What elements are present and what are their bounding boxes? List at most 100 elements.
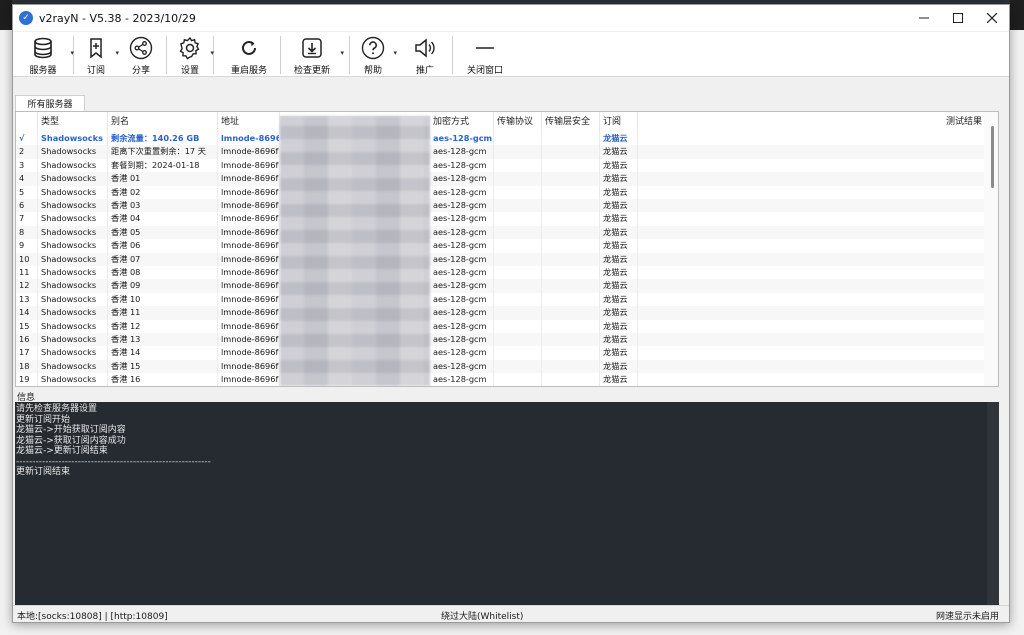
table-row[interactable]: 3Shadowsocks套餐到期：2024-01-18lmnode-8696f8… [16, 158, 984, 173]
table-row[interactable]: 6Shadowsocks香港 03lmnode-8696f83 aes-128-g… [16, 199, 984, 213]
row-tls [542, 212, 600, 226]
chevron-down-icon[interactable]: ▾ [393, 49, 397, 57]
title-bar[interactable]: ✓ v2rayN - V5.38 - 2023/10/29 [13, 5, 1009, 31]
status-routing-mode[interactable]: 绕过大陆(Whitelist) [441, 609, 523, 622]
maximize-button[interactable] [941, 5, 975, 31]
close-button[interactable] [975, 5, 1009, 31]
row-index: 10 [16, 252, 38, 266]
table-row[interactable]: 7Shadowsocks香港 04lmnode-8696f83 aes-128-g… [16, 212, 984, 226]
row-encryption: aes-128-gcm [430, 172, 494, 186]
desktop-background-bottom [0, 623, 1024, 635]
server-list-scrollbar[interactable] [984, 112, 998, 386]
row-tls [542, 145, 600, 159]
chevron-down-icon[interactable]: ▾ [340, 49, 344, 57]
row-index: 6 [16, 199, 38, 213]
table-row[interactable]: 14Shadowsocks香港 11lmnode-8696f83 aes-128-… [16, 306, 984, 320]
toolbar-divider [280, 36, 281, 74]
tab-all-servers[interactable]: 所有服务器 [15, 95, 85, 111]
share-icon [128, 35, 154, 61]
row-transport [494, 239, 542, 253]
table-row-selected[interactable]: √ Shadowsocks 剩余流量：140.26 GB lmnode-8696 aes… [16, 132, 984, 146]
table-row[interactable]: 11Shadowsocks香港 08lmnode-8696f83 aes-128-… [16, 266, 984, 280]
chevron-down-icon[interactable]: ▾ [70, 49, 74, 57]
toolbar-settings-label: 设置 [180, 66, 199, 76]
table-row[interactable]: 9Shadowsocks香港 06lmnode-8696f83 aes-128-g… [16, 239, 984, 253]
row-tls [542, 199, 600, 213]
column-header-encryption[interactable]: 加密方式 [430, 112, 494, 132]
toolbar-subscription-label: 订阅 [86, 66, 105, 76]
toolbar-share-button[interactable]: 分享 [122, 32, 160, 77]
toolbar-divider [452, 36, 453, 74]
log-line: 龙猫云->获取订阅内容成功 [16, 435, 126, 446]
scrollbar-thumb[interactable] [991, 126, 994, 188]
table-row[interactable]: 12Shadowsocks香港 09lmnode-8696f83 aes-128-… [16, 279, 984, 293]
row-subscription: 龙猫云 [600, 333, 638, 347]
row-tls [542, 158, 600, 173]
chevron-down-icon[interactable]: ▾ [115, 49, 119, 57]
log-panel[interactable]: 请先检查服务器设置 更新订阅开始 龙猫云->开始获取订阅内容 龙猫云->获取订阅内容成… [15, 402, 999, 605]
row-index: 17 [16, 346, 38, 360]
row-alias: 香港 08 [108, 266, 218, 280]
server-list-rows: √ Shadowsocks 剩余流量：140.26 GB lmnode-8696 aes… [16, 132, 984, 386]
log-scrollbar[interactable] [987, 402, 999, 605]
column-header-subscription[interactable]: 订阅 [600, 112, 638, 132]
toolbar-servers-label: 服务器 [29, 66, 57, 76]
toolbar-promotion-button[interactable]: 推广 [408, 32, 442, 77]
row-type: Shadowsocks [38, 172, 108, 186]
row-index: 2 [16, 145, 38, 159]
row-encryption: aes-128-gcm [430, 212, 494, 226]
column-header-tls[interactable]: 传输层安全 [542, 112, 600, 132]
row-encryption: aes-128-gcm [430, 373, 494, 386]
window-title: v2rayN - V5.38 - 2023/10/29 [39, 11, 196, 25]
toolbar-servers-button[interactable]: 服务器 ▾ [19, 32, 74, 77]
column-header-alias[interactable]: 别名 [108, 112, 218, 132]
toolbar-restart-service-label: 重启服务 [230, 66, 267, 76]
row-transport [494, 145, 542, 159]
column-header-address[interactable]: 地址 [218, 112, 280, 132]
row-subscription: 龙猫云 [600, 319, 638, 333]
table-row[interactable]: 13Shadowsocks香港 10lmnode-8696f83 aes-128-… [16, 292, 984, 307]
table-row[interactable]: 10Shadowsocks香港 07lmnode-8696f83 aes-128-… [16, 252, 984, 266]
toolbar-subscription-button[interactable]: 订阅 ▾ [80, 32, 119, 77]
row-subscription: 龙猫云 [600, 158, 638, 173]
minimize-button[interactable] [907, 5, 941, 31]
row-tls [542, 346, 600, 360]
table-row[interactable]: 2Shadowsocks距离下次重置剩余：17 天lmnode-8696f83 a… [16, 145, 984, 159]
row-address: lmnode-8696f83 [218, 292, 280, 307]
column-header-type[interactable]: 类型 [38, 112, 108, 132]
row-alias: 香港 02 [108, 185, 218, 199]
row-index: 5 [16, 185, 38, 199]
table-row[interactable]: 5Shadowsocks香港 02lmnode-8696f83 aes-128-g… [16, 185, 984, 199]
row-index: 15 [16, 319, 38, 333]
toolbar-help-button[interactable]: 帮助 ▾ [356, 32, 397, 77]
toolbar-check-update-button[interactable]: 检查更新 ▾ [287, 32, 344, 77]
column-header-test-result[interactable]: 测试结果 [638, 112, 986, 132]
table-row[interactable]: 4Shadowsocks香港 01lmnode-8696f83 aes-128-g… [16, 172, 984, 186]
v2rayn-logo-icon: ✓ [19, 11, 33, 25]
row-encryption: aes-128-gcm [430, 292, 494, 307]
table-row[interactable]: 18Shadowsocks香港 15lmnode-8696f83 aes-128-… [16, 359, 984, 374]
row-subscription: 龙猫云 [600, 172, 638, 186]
column-header-transport[interactable]: 传输协议 [494, 112, 542, 132]
table-row[interactable]: 8Shadowsocks香港 05lmnode-8696f83 aes-128-g… [16, 225, 984, 240]
toolbar-help-label: 帮助 [363, 66, 382, 76]
toolbar-settings-button[interactable]: 设置 ▾ [173, 32, 214, 77]
minimize-line-icon [472, 35, 498, 61]
row-encryption: aes-128-gcm [430, 185, 494, 199]
row-address: lmnode-8696f83 [218, 252, 280, 266]
table-row[interactable]: 16Shadowsocks香港 13lmnode-8696f83 aes-128-… [16, 333, 984, 347]
row-alias: 香港 11 [108, 306, 218, 320]
add-bookmark-icon [83, 35, 109, 61]
table-row[interactable]: 15Shadowsocks香港 12lmnode-8696f83 aes-128-… [16, 319, 984, 333]
row-type: Shadowsocks [38, 373, 108, 386]
desktop-background-left-dark [0, 0, 12, 30]
row-alias: 香港 05 [108, 225, 218, 240]
row-alias: 香港 07 [108, 252, 218, 266]
table-row[interactable]: 19Shadowsocks香港 16lmnode-8696f83 aes-128-… [16, 373, 984, 386]
row-type: Shadowsocks [38, 225, 108, 240]
row-tls [542, 319, 600, 333]
toolbar-close-window-button[interactable]: 关闭窗口 [463, 32, 507, 77]
toolbar-restart-service-button[interactable]: 重启服务 [224, 32, 274, 77]
chevron-down-icon[interactable]: ▾ [210, 49, 214, 57]
table-row[interactable]: 17Shadowsocks香港 14lmnode-8696f83 aes-128-… [16, 346, 984, 360]
